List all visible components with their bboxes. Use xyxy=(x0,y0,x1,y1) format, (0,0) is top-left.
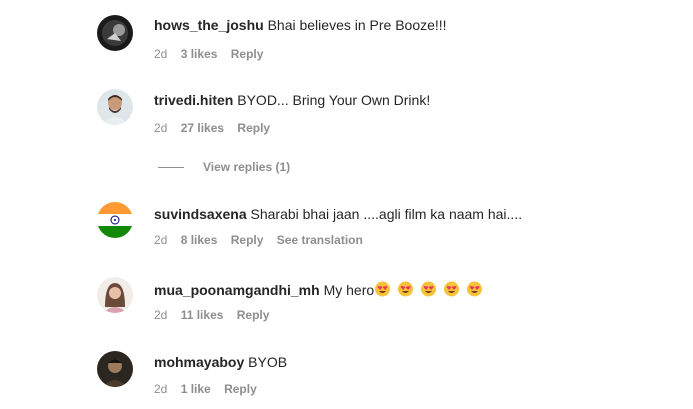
comment-body: suvindsaxena Sharabi bhai jaan ....agli … xyxy=(154,206,522,222)
avatar[interactable] xyxy=(97,277,133,313)
comment-username[interactable]: trivedi.hiten xyxy=(154,92,233,108)
comment-meta: 2d 1 like Reply xyxy=(154,382,267,396)
view-replies-button[interactable]: View replies (1) xyxy=(158,160,290,174)
comment-text: Sharabi bhai jaan ....agli film ka naam … xyxy=(250,206,523,222)
likes-count[interactable]: 27 likes xyxy=(181,121,224,135)
reply-button[interactable]: Reply xyxy=(231,233,264,247)
comment-time[interactable]: 2d xyxy=(154,382,167,396)
comment-meta: 2d 27 likes Reply xyxy=(154,121,280,135)
likes-count[interactable]: 11 likes xyxy=(181,308,224,322)
reply-button[interactable]: Reply xyxy=(237,308,270,322)
comment-meta: 2d 11 likes Reply xyxy=(154,308,279,322)
reply-button[interactable]: Reply xyxy=(224,382,257,396)
view-replies-label: View replies (1) xyxy=(203,160,291,174)
avatar[interactable] xyxy=(97,89,133,125)
emoji-group xyxy=(374,281,489,298)
comment-text: Bhai believes in Pre Booze!!! xyxy=(267,17,447,33)
heart-eyes-emoji-icon xyxy=(444,281,460,297)
comment-meta: 2d 3 likes Reply xyxy=(154,47,273,61)
likes-count[interactable]: 1 like xyxy=(181,382,211,396)
comment-text: My hero xyxy=(323,282,375,298)
comment-body: mohmayaboy BYOB xyxy=(154,354,287,370)
comment-username[interactable]: mohmayaboy xyxy=(154,354,244,370)
reply-button[interactable]: Reply xyxy=(237,121,270,135)
heart-eyes-emoji-icon xyxy=(467,281,483,297)
comment-time[interactable]: 2d xyxy=(154,47,167,61)
comment-time[interactable]: 2d xyxy=(154,233,167,247)
heart-eyes-emoji-icon xyxy=(375,281,391,297)
reply-button[interactable]: Reply xyxy=(231,47,264,61)
comment-body: hows_the_joshu Bhai believes in Pre Booz… xyxy=(154,17,447,33)
avatar[interactable] xyxy=(97,15,133,51)
divider xyxy=(158,166,184,168)
comment-username[interactable]: suvindsaxena xyxy=(154,206,247,222)
heart-eyes-emoji-icon xyxy=(421,281,437,297)
comment-text: BYOD... Bring Your Own Drink! xyxy=(237,92,431,108)
likes-count[interactable]: 3 likes xyxy=(181,47,218,61)
comment-text: BYOB xyxy=(248,354,288,370)
comment-body: trivedi.hiten BYOD... Bring Your Own Dri… xyxy=(154,92,430,108)
heart-eyes-emoji-icon xyxy=(398,281,414,297)
avatar[interactable] xyxy=(97,202,133,238)
comment-username[interactable]: hows_the_joshu xyxy=(154,17,264,33)
comment-meta: 2d 8 likes Reply See translation xyxy=(154,233,373,247)
avatar[interactable] xyxy=(97,351,133,387)
comment-username[interactable]: mua_poonamgandhi_mh xyxy=(154,282,320,298)
comment-time[interactable]: 2d xyxy=(154,308,167,322)
see-translation-button[interactable]: See translation xyxy=(277,233,363,247)
comment-time[interactable]: 2d xyxy=(154,121,167,135)
comment-body: mua_poonamgandhi_mh My hero xyxy=(154,281,489,298)
likes-count[interactable]: 8 likes xyxy=(181,233,218,247)
